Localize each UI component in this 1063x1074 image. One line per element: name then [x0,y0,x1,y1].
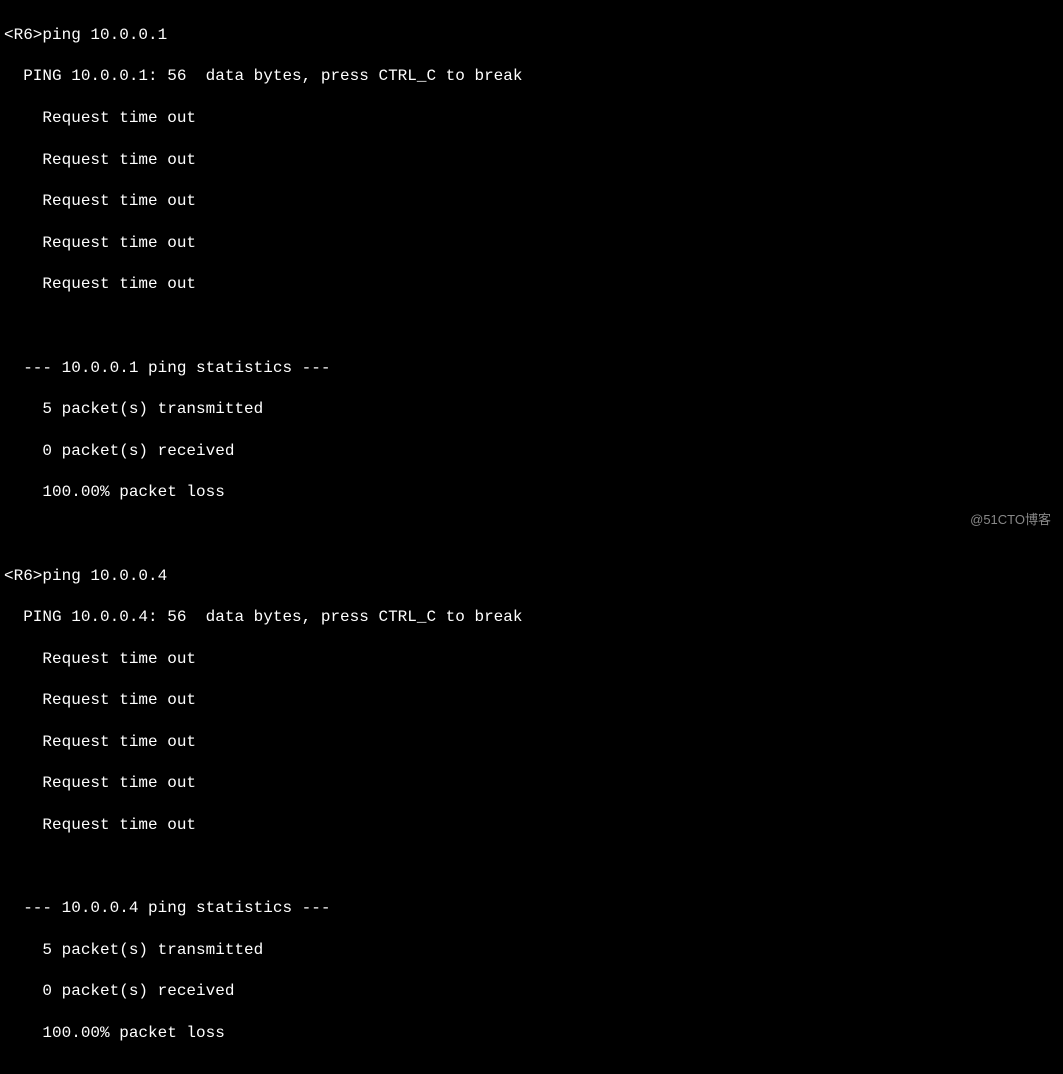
blank-line [4,524,1059,545]
stats-line: 100.00% packet loss [4,1023,1059,1044]
ping-response: Request time out [4,274,1059,295]
blank-line [4,316,1059,337]
ping-response: Request time out [4,732,1059,753]
stats-line: 5 packet(s) transmitted [4,399,1059,420]
command-line: <R6>ping 10.0.0.1 [4,25,1059,46]
ping-response: Request time out [4,191,1059,212]
ping-response: Request time out [4,690,1059,711]
ping-response: Request time out [4,815,1059,836]
stats-header: --- 10.0.0.1 ping statistics --- [4,358,1059,379]
stats-line: 0 packet(s) received [4,441,1059,462]
blank-line [4,857,1059,878]
terminal-output[interactable]: <R6>ping 10.0.0.1 PING 10.0.0.1: 56 data… [4,4,1059,1074]
stats-line: 0 packet(s) received [4,981,1059,1002]
ping-response: Request time out [4,649,1059,670]
watermark: @51CTO博客 [970,512,1051,529]
ping-header: PING 10.0.0.1: 56 data bytes, press CTRL… [4,66,1059,87]
command-text: ping 10.0.0.1 [42,26,167,44]
stats-line: 100.00% packet loss [4,482,1059,503]
ping-response: Request time out [4,150,1059,171]
prompt: <R6> [4,26,42,44]
blank-line [4,1065,1059,1074]
stats-header: --- 10.0.0.4 ping statistics --- [4,898,1059,919]
ping-header: PING 10.0.0.4: 56 data bytes, press CTRL… [4,607,1059,628]
ping-response: Request time out [4,108,1059,129]
prompt: <R6> [4,567,42,585]
ping-response: Request time out [4,773,1059,794]
ping-response: Request time out [4,233,1059,254]
command-text: ping 10.0.0.4 [42,567,167,585]
stats-line: 5 packet(s) transmitted [4,940,1059,961]
command-line: <R6>ping 10.0.0.4 [4,566,1059,587]
